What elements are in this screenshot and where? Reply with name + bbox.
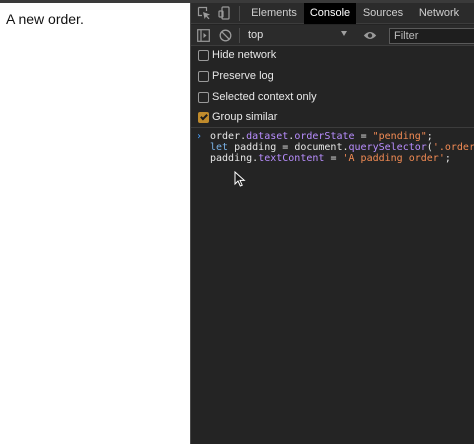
- setting-label: Preserve log: [212, 70, 274, 82]
- checkmark-icon: [200, 112, 208, 121]
- code-token: querySelector: [348, 142, 427, 153]
- settings-divider: [191, 127, 474, 128]
- setting-preserve-log[interactable]: Preserve log: [191, 68, 474, 88]
- tab-console[interactable]: Console: [304, 3, 356, 24]
- code-token: let: [210, 142, 235, 153]
- toolbar-separator: [239, 28, 240, 43]
- javascript-context-select[interactable]: top: [243, 26, 351, 45]
- code-token: document: [294, 142, 343, 153]
- checkbox[interactable]: [198, 71, 209, 82]
- code-token: textContent: [258, 153, 325, 164]
- clear-console-icon[interactable]: [219, 29, 232, 42]
- prompt-chevron-icon: ›: [196, 131, 203, 142]
- console-toolbar: top: [191, 25, 474, 46]
- setting-label: Hide network: [212, 49, 277, 61]
- mouse-pointer-icon: [234, 171, 246, 187]
- setting-label: Selected context only: [212, 91, 317, 103]
- devtools-tab-bar: Elements Console Sources Network: [191, 3, 474, 24]
- devtools-panel: Elements Console Sources Network top Hid…: [190, 3, 474, 444]
- code-token: =: [324, 153, 343, 164]
- code-token: =: [354, 131, 373, 142]
- code-token: dataset: [246, 131, 289, 142]
- tab-sources[interactable]: Sources: [359, 3, 407, 24]
- console-input-code[interactable]: order.dataset.orderState = "pending"; le…: [210, 131, 474, 164]
- code-token: ;: [444, 153, 451, 164]
- checkbox[interactable]: [198, 50, 209, 61]
- code-token: order: [210, 131, 241, 142]
- setting-group-similar[interactable]: Group similar: [191, 109, 474, 129]
- code-token: '.order': [432, 142, 474, 153]
- inspect-element-icon[interactable]: [197, 6, 211, 20]
- code-token: orderState: [294, 131, 355, 142]
- code-token: ;: [426, 131, 433, 142]
- eye-icon[interactable]: [363, 30, 377, 41]
- code-token: "pending": [372, 131, 427, 142]
- order-text: A new order.: [6, 11, 84, 27]
- chevron-down-icon: [341, 31, 347, 36]
- tab-elements[interactable]: Elements: [247, 3, 301, 24]
- toolbar-separator: [239, 6, 240, 21]
- device-toolbar-icon[interactable]: [218, 6, 232, 20]
- console-filter-input[interactable]: [389, 28, 474, 44]
- setting-selected-context-only[interactable]: Selected context only: [191, 89, 474, 109]
- context-value: top: [248, 29, 264, 41]
- setting-hide-network[interactable]: Hide network: [191, 47, 474, 67]
- checkbox-checked[interactable]: [198, 112, 209, 123]
- setting-label: Group similar: [212, 111, 278, 123]
- code-token: =: [276, 142, 295, 153]
- show-console-sidebar-icon[interactable]: [197, 29, 210, 42]
- code-token: padding: [210, 153, 253, 164]
- code-token: padding: [234, 142, 277, 153]
- tab-network[interactable]: Network: [413, 3, 465, 24]
- code-token: 'A padding order': [342, 153, 445, 164]
- web-page-viewport: A new order.: [0, 3, 190, 444]
- checkbox[interactable]: [198, 92, 209, 103]
